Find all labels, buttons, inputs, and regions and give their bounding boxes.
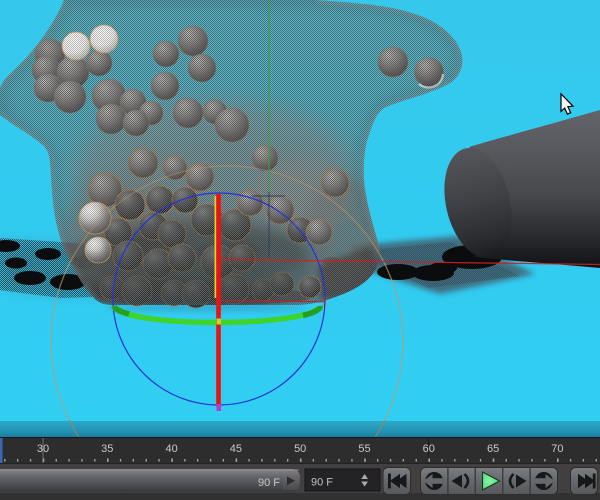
svg-text:90 F: 90 F <box>258 477 280 489</box>
svg-text:60: 60 <box>423 443 435 455</box>
svg-text:70: 70 <box>551 443 563 455</box>
svg-text:40: 40 <box>165 443 177 455</box>
svg-text:55: 55 <box>358 443 370 455</box>
svg-text:50: 50 <box>294 443 306 455</box>
svg-text:65: 65 <box>487 443 499 455</box>
svg-text:30: 30 <box>37 443 49 455</box>
svg-text:45: 45 <box>230 443 242 455</box>
svg-text:90 F: 90 F <box>311 477 333 489</box>
svg-text:35: 35 <box>101 443 113 455</box>
